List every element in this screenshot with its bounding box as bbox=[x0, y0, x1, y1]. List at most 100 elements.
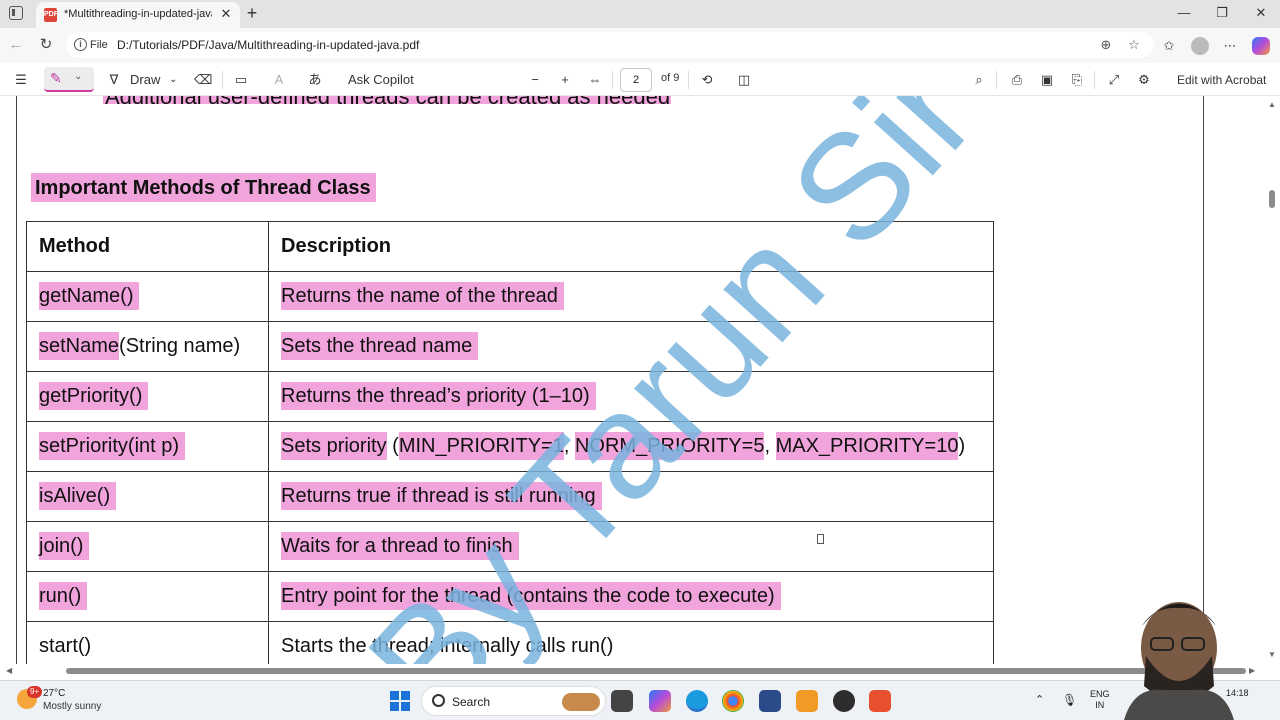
sublime-text-icon[interactable] bbox=[796, 690, 818, 712]
microphone-icon[interactable]: 🎙 bbox=[1062, 693, 1077, 707]
chrome-browser-icon[interactable] bbox=[722, 690, 744, 712]
zoom-in-icon[interactable]: + bbox=[556, 71, 574, 89]
task-view-icon[interactable] bbox=[611, 690, 633, 712]
description-cell: Entry point for the thread (contains the… bbox=[268, 571, 994, 622]
method-description-part: Sets priority bbox=[281, 432, 387, 460]
copilot-icon[interactable] bbox=[1252, 37, 1270, 55]
close-tab-icon[interactable]: ✕ bbox=[218, 6, 234, 22]
edge-browser-icon[interactable] bbox=[686, 690, 708, 712]
method-name: isAlive() bbox=[39, 482, 117, 510]
search-icon[interactable]: ⌕ bbox=[970, 71, 988, 89]
text-cursor-icon bbox=[817, 534, 824, 544]
column-header-description: Description bbox=[268, 221, 994, 272]
dev-tool-icon[interactable] bbox=[759, 690, 781, 712]
fullscreen-icon[interactable]: ⤢ bbox=[1105, 71, 1123, 89]
tab-actions-icon[interactable] bbox=[9, 6, 23, 20]
webcam-overlay bbox=[1124, 602, 1234, 720]
copilot-app-icon[interactable] bbox=[649, 690, 671, 712]
method-cell: run() bbox=[26, 571, 269, 622]
obs-studio-icon[interactable] bbox=[833, 690, 855, 712]
scroll-down-icon[interactable]: ▼ bbox=[1268, 650, 1276, 659]
taskbar: 9+ 27°C Mostly sunny Search ⌃ 🎙 ENG IN 1… bbox=[0, 680, 1280, 720]
favorite-star-icon[interactable]: ☆ bbox=[1126, 37, 1142, 53]
fit-page-icon[interactable]: ⇔ bbox=[586, 71, 604, 89]
table-row: run() Entry point for the thread (contai… bbox=[26, 571, 994, 622]
pdf-page: Additional user-defined threads can be c… bbox=[16, 96, 1204, 664]
weather-description[interactable]: Mostly sunny bbox=[43, 701, 101, 712]
tray-chevron-icon[interactable]: ⌃ bbox=[1035, 693, 1044, 706]
zoom-out-icon[interactable]: − bbox=[526, 71, 544, 89]
chevron-down-icon[interactable]: ⌄ bbox=[74, 71, 82, 82]
more-options-icon[interactable]: ⋯ bbox=[1221, 37, 1239, 55]
favorites-icon[interactable]: ✩ bbox=[1160, 37, 1178, 55]
description-cell: Returns true if thread is still running bbox=[268, 471, 994, 522]
language-region: IN bbox=[1095, 700, 1105, 710]
draw-icon[interactable]: ∇ bbox=[105, 71, 123, 89]
page-view-icon[interactable]: ◫ bbox=[735, 71, 753, 89]
method-description: Starts the thread; internally calls run(… bbox=[281, 635, 614, 657]
refresh-icon[interactable]: ↻ bbox=[37, 36, 55, 54]
tab-title: *Multithreading-in-updated-java... bbox=[64, 8, 212, 20]
draw-chevron-icon[interactable]: ⌄ bbox=[169, 71, 177, 89]
eraser-icon[interactable]: ⌫ bbox=[194, 71, 212, 89]
scroll-up-icon[interactable]: ▲ bbox=[1268, 100, 1276, 109]
back-icon[interactable]: ← bbox=[7, 36, 25, 54]
url-text[interactable]: D:/Tutorials/PDF/Java/Multithreading-in-… bbox=[117, 38, 419, 52]
pdf-file-icon: PDF bbox=[44, 8, 58, 22]
tab-active[interactable]: PDF *Multithreading-in-updated-java... ✕ bbox=[36, 2, 240, 28]
method-cell: setPriority(int p) bbox=[26, 421, 269, 472]
settings-gear-icon[interactable]: ⚙ bbox=[1135, 71, 1153, 89]
scroll-left-icon[interactable]: ◀ bbox=[6, 666, 12, 675]
pdf-viewport[interactable]: Additional user-defined threads can be c… bbox=[0, 96, 1264, 664]
language-indicator[interactable]: ENG IN bbox=[1090, 689, 1110, 711]
scroll-right-icon[interactable]: ▶ bbox=[1249, 666, 1255, 675]
save-as-icon[interactable]: ⎘ bbox=[1068, 71, 1086, 89]
horizontal-scroll-thumb[interactable] bbox=[66, 668, 1246, 674]
methods-table: Method Description getName() Returns the… bbox=[26, 221, 994, 664]
ask-copilot-button[interactable]: Ask Copilot bbox=[348, 71, 414, 89]
zoom-icon[interactable]: ⊕ bbox=[1098, 37, 1114, 53]
method-description-part: MIN_PRIORITY=1 bbox=[398, 432, 564, 460]
info-icon[interactable]: i bbox=[74, 38, 87, 51]
weather-temperature[interactable]: 27°C bbox=[43, 688, 65, 699]
table-header-row: Method Description bbox=[26, 221, 994, 272]
method-name: start() bbox=[39, 635, 92, 657]
method-name-highlighted: setName bbox=[39, 332, 120, 360]
windows-start-icon[interactable] bbox=[390, 691, 410, 711]
vertical-scrollbar[interactable]: ▲ ▼ bbox=[1264, 96, 1280, 664]
save-icon[interactable]: ▣ bbox=[1038, 71, 1056, 89]
method-description: Entry point for the thread (contains the… bbox=[281, 582, 781, 610]
method-description-part: ) bbox=[958, 435, 966, 457]
brave-browser-icon[interactable] bbox=[869, 690, 891, 712]
search-highlight-art bbox=[562, 693, 600, 711]
column-header-method: Method bbox=[26, 221, 269, 272]
text-box-icon[interactable]: ▭ bbox=[232, 71, 250, 89]
translate-icon[interactable]: あ bbox=[306, 71, 324, 89]
restore-icon[interactable]: ❐ bbox=[1213, 4, 1231, 22]
edit-with-acrobat-button[interactable]: Edit with Acrobat bbox=[1177, 71, 1266, 89]
method-name: setPriority(int p) bbox=[39, 432, 186, 460]
print-icon[interactable]: ⎙ bbox=[1008, 71, 1026, 89]
read-aloud-icon[interactable]: A bbox=[270, 71, 288, 89]
new-tab-button[interactable]: + bbox=[243, 3, 261, 23]
method-description: Returns the thread’s priority (1–10) bbox=[281, 382, 596, 410]
close-window-icon[interactable]: ✕ bbox=[1252, 4, 1270, 22]
page-number-input[interactable]: 2 bbox=[620, 68, 652, 92]
profile-avatar[interactable] bbox=[1191, 37, 1209, 55]
method-cell: join() bbox=[26, 521, 269, 572]
method-description: Sets the thread name bbox=[281, 332, 479, 360]
method-name: run() bbox=[39, 582, 88, 610]
horizontal-scrollbar[interactable]: ◀ ▶ bbox=[0, 664, 1264, 678]
method-description: Returns true if thread is still running bbox=[281, 482, 602, 510]
section-heading: Important Methods of Thread Class bbox=[31, 173, 376, 202]
draw-label[interactable]: Draw bbox=[130, 71, 160, 89]
taskbar-search[interactable]: Search bbox=[421, 686, 606, 716]
vertical-scroll-thumb[interactable] bbox=[1269, 190, 1275, 208]
highlight-tool[interactable]: ✎ ⌄ bbox=[44, 67, 94, 92]
rotate-icon[interactable]: ⟲ bbox=[698, 71, 716, 89]
search-icon bbox=[432, 694, 445, 707]
url-box[interactable]: i File D:/Tutorials/PDF/Java/Multithread… bbox=[66, 32, 1154, 58]
contents-list-icon[interactable]: ☰ bbox=[12, 71, 30, 89]
toolbar-divider bbox=[612, 71, 613, 89]
minimize-icon[interactable]: — bbox=[1175, 4, 1193, 22]
